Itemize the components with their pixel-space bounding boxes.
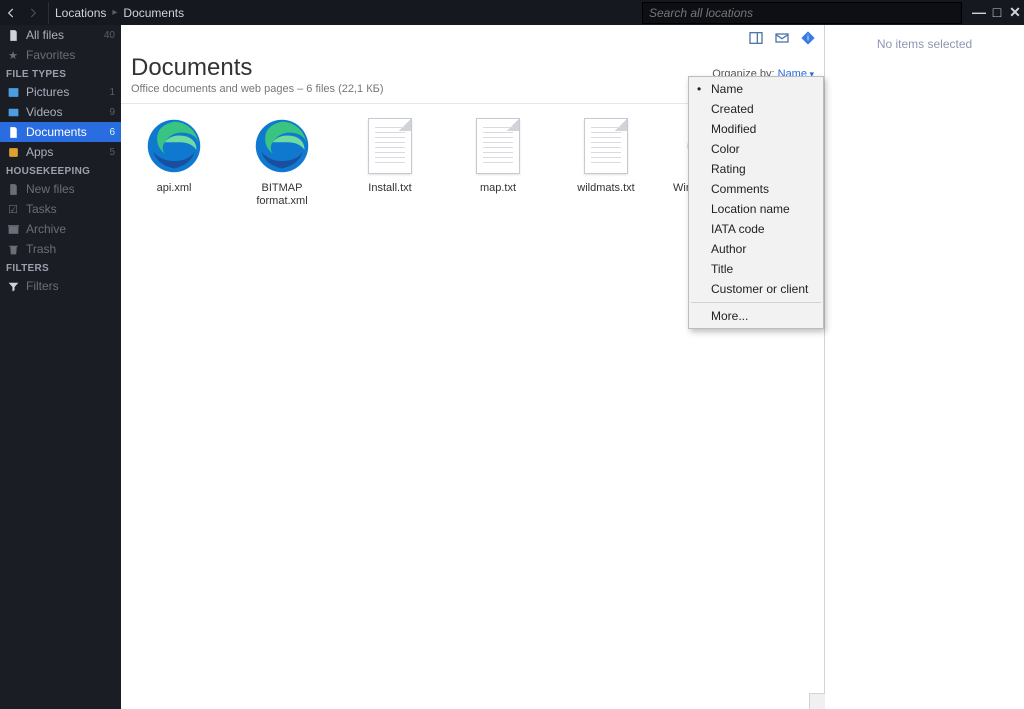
menu-separator bbox=[691, 302, 821, 303]
sidebar-item-label: All files bbox=[26, 28, 64, 42]
file-icon bbox=[6, 28, 20, 42]
doc-icon bbox=[6, 125, 20, 139]
sidebar-header-filters: FILTERS bbox=[0, 259, 121, 276]
menu-item[interactable]: IATA code bbox=[689, 219, 823, 239]
menu-item[interactable]: Created bbox=[689, 99, 823, 119]
sidebar: All files 40 ★ Favorites FILE TYPES Pict… bbox=[0, 25, 121, 709]
info-icon[interactable]: i bbox=[800, 30, 816, 46]
sidebar-item-label: New files bbox=[26, 182, 75, 196]
sidebar-item-label: Archive bbox=[26, 222, 66, 236]
svg-text:i: i bbox=[807, 33, 809, 42]
chevron-right-icon: ▸ bbox=[112, 7, 117, 18]
nav-forward-button[interactable] bbox=[24, 4, 42, 22]
close-button[interactable]: ✕ bbox=[1006, 4, 1024, 21]
menu-item[interactable]: Rating bbox=[689, 159, 823, 179]
file-item[interactable]: Install.txt bbox=[345, 114, 435, 208]
edge-icon bbox=[250, 114, 314, 178]
check-icon: ☑ bbox=[6, 202, 20, 216]
sidebar-item-videos[interactable]: Videos 9 bbox=[0, 102, 121, 122]
sidebar-item-documents[interactable]: Documents 6 bbox=[0, 122, 121, 142]
menu-item[interactable]: Customer or client bbox=[689, 279, 823, 299]
filter-icon bbox=[6, 279, 20, 293]
text-file-icon bbox=[466, 114, 530, 178]
trash-icon bbox=[6, 242, 20, 256]
search-input-wrap[interactable] bbox=[642, 2, 962, 24]
mail-icon[interactable] bbox=[774, 30, 790, 46]
sidebar-item-label: Videos bbox=[26, 105, 62, 119]
menu-item[interactable]: Modified bbox=[689, 119, 823, 139]
file-item[interactable]: wildmats.txt bbox=[561, 114, 651, 208]
sidebar-item-label: Tasks bbox=[26, 202, 57, 216]
sidebar-item-trash[interactable]: Trash bbox=[0, 239, 121, 259]
sidebar-item-count: 40 bbox=[104, 30, 115, 41]
sidebar-item-label: Documents bbox=[26, 125, 87, 139]
menu-item[interactable]: Location name bbox=[689, 199, 823, 219]
edge-icon bbox=[142, 114, 206, 178]
maximize-button[interactable]: □ bbox=[988, 4, 1006, 21]
menu-item[interactable]: Title bbox=[689, 259, 823, 279]
menu-item[interactable]: Author bbox=[689, 239, 823, 259]
panel-toggle-icon[interactable] bbox=[748, 30, 764, 46]
sidebar-header-housekeeping: HOUSEKEEPING bbox=[0, 162, 121, 179]
menu-item[interactable]: Color bbox=[689, 139, 823, 159]
sidebar-item-archive[interactable]: Archive bbox=[0, 219, 121, 239]
file-icon bbox=[6, 182, 20, 196]
sidebar-item-count: 6 bbox=[109, 127, 115, 138]
file-item[interactable]: map.txt bbox=[453, 114, 543, 208]
menu-item-more[interactable]: More... bbox=[689, 306, 823, 326]
breadcrumb-current[interactable]: Documents bbox=[123, 6, 184, 20]
breadcrumb[interactable]: Locations ▸ Documents bbox=[55, 6, 184, 20]
sidebar-item-label: Pictures bbox=[26, 85, 69, 99]
sidebar-item-apps[interactable]: Apps 5 bbox=[0, 142, 121, 162]
menu-item[interactable]: Name bbox=[689, 79, 823, 99]
menu-item[interactable]: Comments bbox=[689, 179, 823, 199]
file-item[interactable]: api.xml bbox=[129, 114, 219, 208]
archive-icon bbox=[6, 222, 20, 236]
sidebar-item-pictures[interactable]: Pictures 1 bbox=[0, 82, 121, 102]
breadcrumb-root[interactable]: Locations bbox=[55, 6, 106, 20]
sidebar-item-count: 9 bbox=[109, 107, 115, 118]
sidebar-item-favorites[interactable]: ★ Favorites bbox=[0, 45, 121, 65]
sidebar-item-count: 1 bbox=[109, 87, 115, 98]
sidebar-item-label: Trash bbox=[26, 242, 56, 256]
sidebar-header-filetypes: FILE TYPES bbox=[0, 65, 121, 82]
file-name: api.xml bbox=[129, 182, 219, 195]
picture-icon bbox=[6, 85, 20, 99]
scrollbar-corner bbox=[809, 693, 825, 709]
sidebar-item-newfiles[interactable]: New files bbox=[0, 179, 121, 199]
sidebar-item-label: Favorites bbox=[26, 48, 75, 62]
text-file-icon bbox=[358, 114, 422, 178]
app-icon bbox=[6, 145, 20, 159]
sidebar-item-label: Apps bbox=[26, 145, 53, 159]
sidebar-item-filters[interactable]: Filters bbox=[0, 276, 121, 296]
file-name: map.txt bbox=[453, 182, 543, 195]
star-icon: ★ bbox=[6, 48, 20, 62]
file-name: Install.txt bbox=[345, 182, 435, 195]
minimize-button[interactable]: — bbox=[970, 4, 988, 21]
organize-menu[interactable]: NameCreatedModifiedColorRatingCommentsLo… bbox=[688, 76, 824, 329]
file-item[interactable]: BITMAP format.xml bbox=[237, 114, 327, 208]
info-panel: No items selected bbox=[825, 25, 1024, 709]
sidebar-item-label: Filters bbox=[26, 279, 59, 293]
nav-back-button[interactable] bbox=[2, 4, 20, 22]
sidebar-item-all-files[interactable]: All files 40 bbox=[0, 25, 121, 45]
sidebar-item-tasks[interactable]: ☑ Tasks bbox=[0, 199, 121, 219]
no-selection-text: No items selected bbox=[825, 37, 1024, 51]
file-name: BITMAP format.xml bbox=[237, 182, 327, 208]
sidebar-item-count: 5 bbox=[109, 147, 115, 158]
text-file-icon bbox=[574, 114, 638, 178]
file-name: wildmats.txt bbox=[561, 182, 651, 195]
search-input[interactable] bbox=[649, 6, 955, 20]
video-icon bbox=[6, 105, 20, 119]
